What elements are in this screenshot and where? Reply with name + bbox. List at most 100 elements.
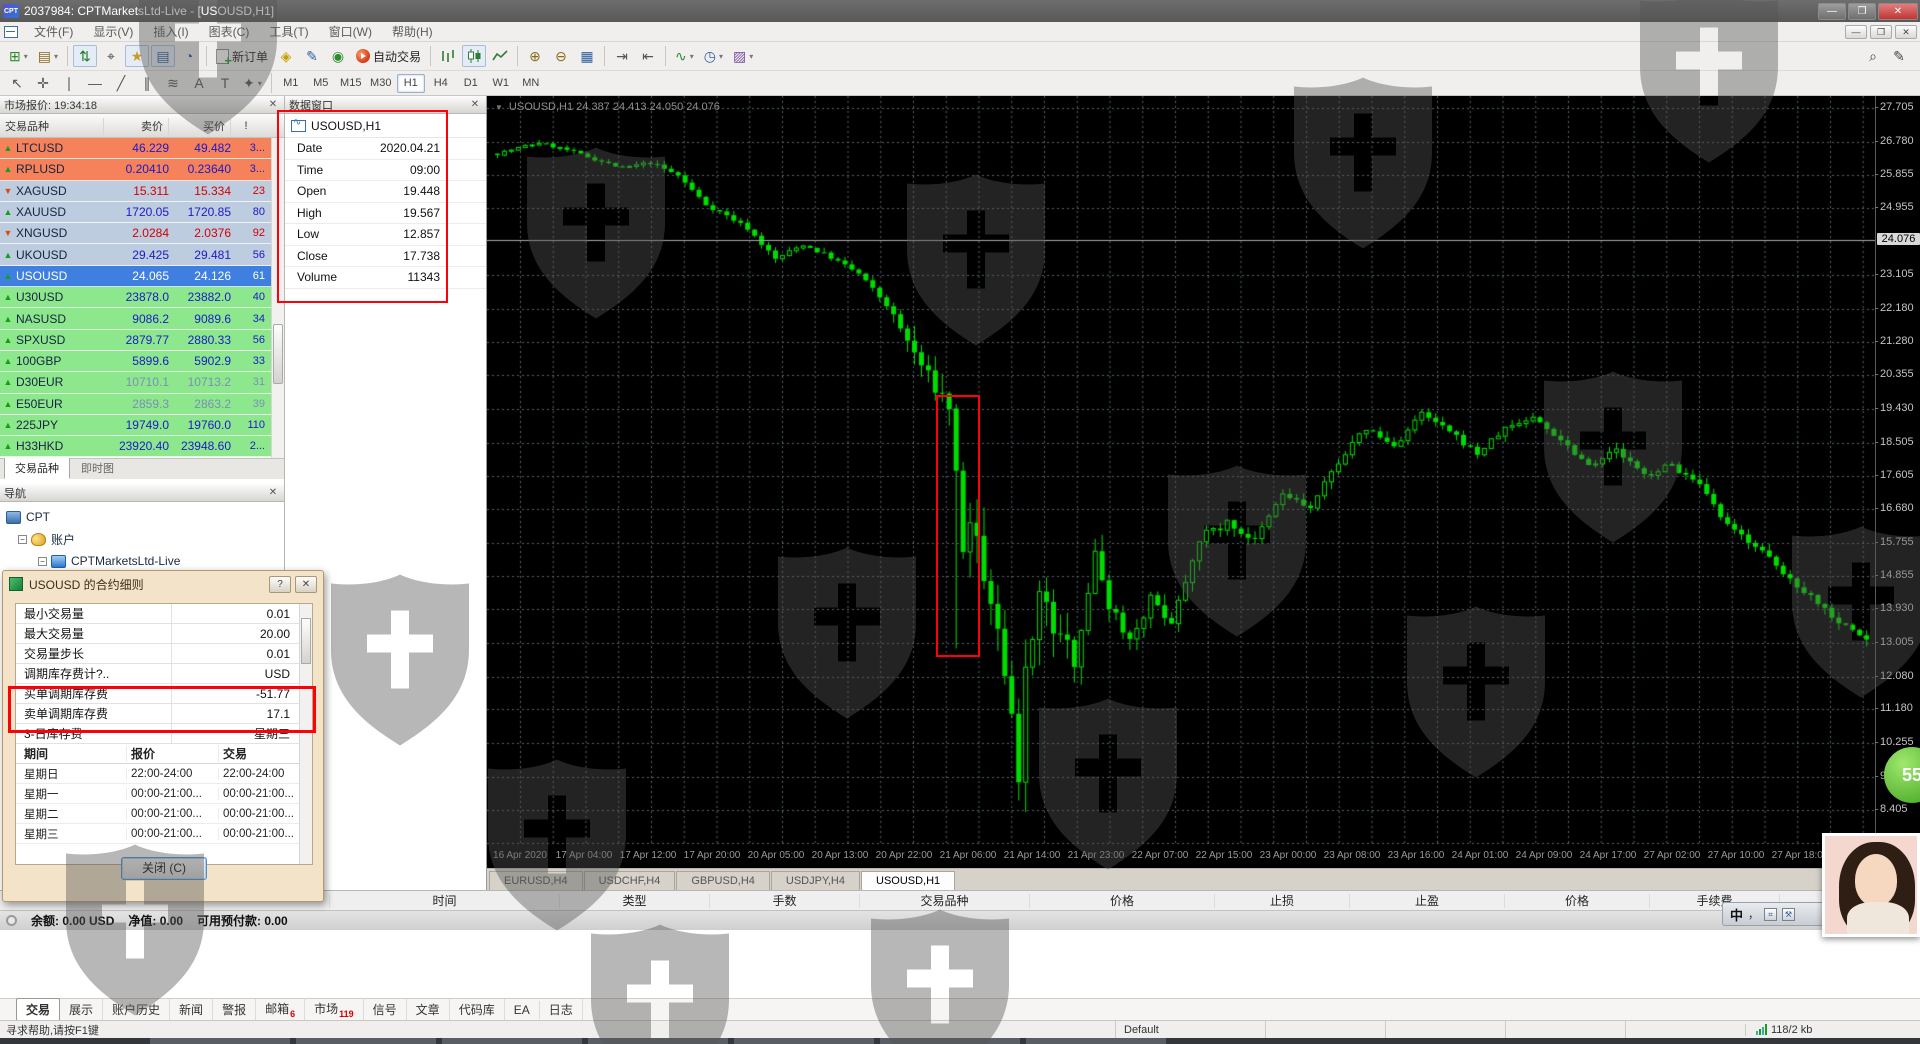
market-watch-row[interactable]: D30EUR 10710.1 10713.2 31 xyxy=(0,372,284,394)
chart-tab[interactable]: EURUSD,H4 xyxy=(489,871,583,890)
timeframe-button[interactable]: MN xyxy=(517,74,545,93)
market-watch-row[interactable]: H33HKD 23920.40 23948.60 2... xyxy=(0,436,284,458)
column-bid[interactable]: 卖价 xyxy=(104,117,169,134)
terminal-tab[interactable]: 邮箱6 xyxy=(256,998,306,1021)
column-ask[interactable]: 买价 xyxy=(169,117,231,134)
market-watch-row[interactable]: 225JPY 19749.0 19760.0 110 xyxy=(0,414,284,437)
timeframe-button[interactable]: D1 xyxy=(457,74,485,93)
dialog-scrollbar[interactable] xyxy=(299,604,312,864)
timeframe-button[interactable]: M1 xyxy=(277,74,305,93)
terminal-tab[interactable]: 信号 xyxy=(364,999,407,1020)
close-icon[interactable]: ✕ xyxy=(295,575,317,593)
timeframe-button[interactable]: H4 xyxy=(427,74,455,93)
market-watch-row[interactable]: U30USD 23878.0 23882.0 40 xyxy=(0,287,284,309)
terminal-tab[interactable]: 代码库 xyxy=(450,999,505,1020)
column-symbol[interactable]: 交易品种 xyxy=(0,117,104,134)
minimize-button[interactable]: — xyxy=(1818,2,1846,20)
draw-tool-button[interactable]: ∥ xyxy=(135,72,159,94)
collapse-icon[interactable]: − xyxy=(38,556,47,566)
market-watch-row[interactable]: RPLUSD 0.20410 0.23640 3... xyxy=(0,159,284,181)
market-watch-tab[interactable]: 即时图 xyxy=(70,457,125,479)
market-watch-row[interactable]: NASUSD 9086.2 9089.6 34 xyxy=(0,308,284,330)
terminal-tab[interactable]: EA xyxy=(505,1000,540,1019)
market-watch-row[interactable]: LTCUSD 46.229 49.482 3... xyxy=(0,138,284,160)
toolbar-button[interactable]: ⊕ xyxy=(523,45,547,67)
menu-item[interactable]: 帮助(H) xyxy=(382,23,443,41)
toolbar-button[interactable]: ▨ xyxy=(729,45,757,67)
terminal-column-header[interactable]: 价格 xyxy=(1030,893,1215,908)
market-watch-scrollbar[interactable] xyxy=(271,138,284,458)
timeframe-button[interactable]: M15 xyxy=(337,74,365,93)
market-watch-row[interactable]: USOUSD 24.065 24.126 61 xyxy=(0,265,284,288)
draw-tool-button[interactable]: A xyxy=(187,72,211,94)
close-icon[interactable]: ✕ xyxy=(468,99,482,110)
market-watch-row[interactable]: SPXUSD 2879.77 2880.33 56 xyxy=(0,329,284,351)
menu-item[interactable]: 显示(V) xyxy=(83,23,143,41)
draw-tool-button[interactable]: ✛ xyxy=(31,72,55,94)
collapse-icon[interactable]: − xyxy=(18,534,27,544)
toolbar-button[interactable]: ⊖ xyxy=(549,45,573,67)
ime-settings-icon[interactable]: ⚒ xyxy=(1782,907,1796,921)
price-axis[interactable]: 27.705 26.780 25.855 24.955 23.105 22.180 21.2… xyxy=(1875,96,1920,848)
ime-keyboard-icon[interactable]: ⌗ xyxy=(1764,907,1778,921)
chart-system-menu-icon[interactable] xyxy=(4,25,18,38)
terminal-tab[interactable]: 交易 xyxy=(16,998,61,1021)
toolbar-button[interactable]: ◔ xyxy=(177,45,201,67)
draw-tool-button[interactable]: ╱ xyxy=(109,72,133,94)
toolbar-button[interactable]: 自动交易 xyxy=(352,45,425,67)
draw-tool-button[interactable]: ↖ xyxy=(5,72,29,94)
draw-tool-button[interactable]: ≋ xyxy=(161,72,185,94)
toolbar-button[interactable]: ⇥ xyxy=(610,45,634,67)
toolbar-button[interactable]: ⌕ xyxy=(1861,45,1885,67)
terminal-column-header[interactable]: 价格 xyxy=(1505,893,1650,908)
close-button[interactable]: ✕ xyxy=(1878,2,1918,20)
column-spread[interactable]: ! xyxy=(231,120,261,132)
toolbar-button[interactable]: ⇤ xyxy=(636,45,660,67)
tree-item-accounts[interactable]: − 账户 xyxy=(6,528,284,550)
toolbar-button[interactable] xyxy=(488,45,512,67)
time-axis[interactable]: 16 Apr 2020 17 Apr 04:00 17 Apr 12:00 17 Ap… xyxy=(487,845,1875,868)
market-watch-row[interactable]: UKOUSD 29.425 29.481 56 xyxy=(0,244,284,266)
draw-tool-button[interactable]: ✦ xyxy=(239,72,266,94)
child-minimize-button[interactable]: — xyxy=(1845,24,1867,39)
terminal-tab[interactable]: 警报 xyxy=(213,999,257,1020)
toolbar-button[interactable] xyxy=(462,45,487,67)
toolbar-button[interactable]: ✎ xyxy=(300,45,324,67)
toolbar-button[interactable] xyxy=(436,45,460,67)
toolbar-button[interactable]: ∿ xyxy=(671,45,698,67)
toolbar-button[interactable]: ▤ xyxy=(151,45,175,67)
terminal-column-header[interactable]: 止损 xyxy=(1215,893,1350,908)
toolbar-button[interactable]: ◷ xyxy=(700,45,727,67)
chart-tab[interactable]: USOUSD,H1 xyxy=(861,871,956,890)
dialog-close-button[interactable]: 关闭 (C) xyxy=(121,857,207,880)
toolbar-button[interactable]: ⊞ xyxy=(5,45,32,67)
terminal-column-header[interactable]: 类型 xyxy=(560,893,710,908)
market-watch-row[interactable]: E50EUR 2859.3 2863.2 39 xyxy=(0,393,284,415)
toolbar-button[interactable]: ◉ xyxy=(326,45,350,67)
toolbar-button[interactable]: ◈ xyxy=(274,45,298,67)
market-watch-row[interactable]: 100GBP 5899.6 5902.9 33 xyxy=(0,350,284,373)
toolbar-button[interactable]: ▦ xyxy=(575,45,599,67)
chart-tab[interactable]: USDCHF,H4 xyxy=(583,871,676,890)
ime-language-bar[interactable]: 中 ， ⌗ ⚒ xyxy=(1722,902,1828,926)
timeframe-button[interactable]: W1 xyxy=(487,74,515,93)
market-watch-tab[interactable]: 交易品种 xyxy=(4,457,70,479)
toolbar-button[interactable]: ⌖ xyxy=(99,45,123,67)
timeframe-button[interactable]: M5 xyxy=(307,74,335,93)
toolbar-button[interactable]: 新订单 xyxy=(212,45,272,68)
tree-item-root[interactable]: CPT xyxy=(6,506,284,528)
market-watch-row[interactable]: XAUUSD 1720.05 1720.85 80 xyxy=(0,201,284,224)
close-icon[interactable]: ✕ xyxy=(266,99,280,110)
terminal-column-header[interactable]: 交易品种 xyxy=(860,893,1030,908)
help-icon[interactable]: ? xyxy=(269,575,291,593)
toolbar-button[interactable]: ★ xyxy=(125,45,149,67)
terminal-column-header[interactable]: 止盈 xyxy=(1350,893,1505,908)
draw-tool-button[interactable]: ― xyxy=(83,72,107,94)
terminal-tab[interactable]: 日志 xyxy=(540,999,583,1020)
market-watch-row[interactable]: XNGUSD 2.0284 2.0376 92 xyxy=(0,223,284,245)
terminal-tab[interactable]: 文章 xyxy=(407,999,450,1020)
close-icon[interactable]: ✕ xyxy=(266,487,280,498)
draw-tool-button[interactable]: ∣ xyxy=(57,72,81,94)
candlestick-chart[interactable] xyxy=(487,96,1875,845)
menu-item[interactable]: 文件(F) xyxy=(24,23,83,41)
